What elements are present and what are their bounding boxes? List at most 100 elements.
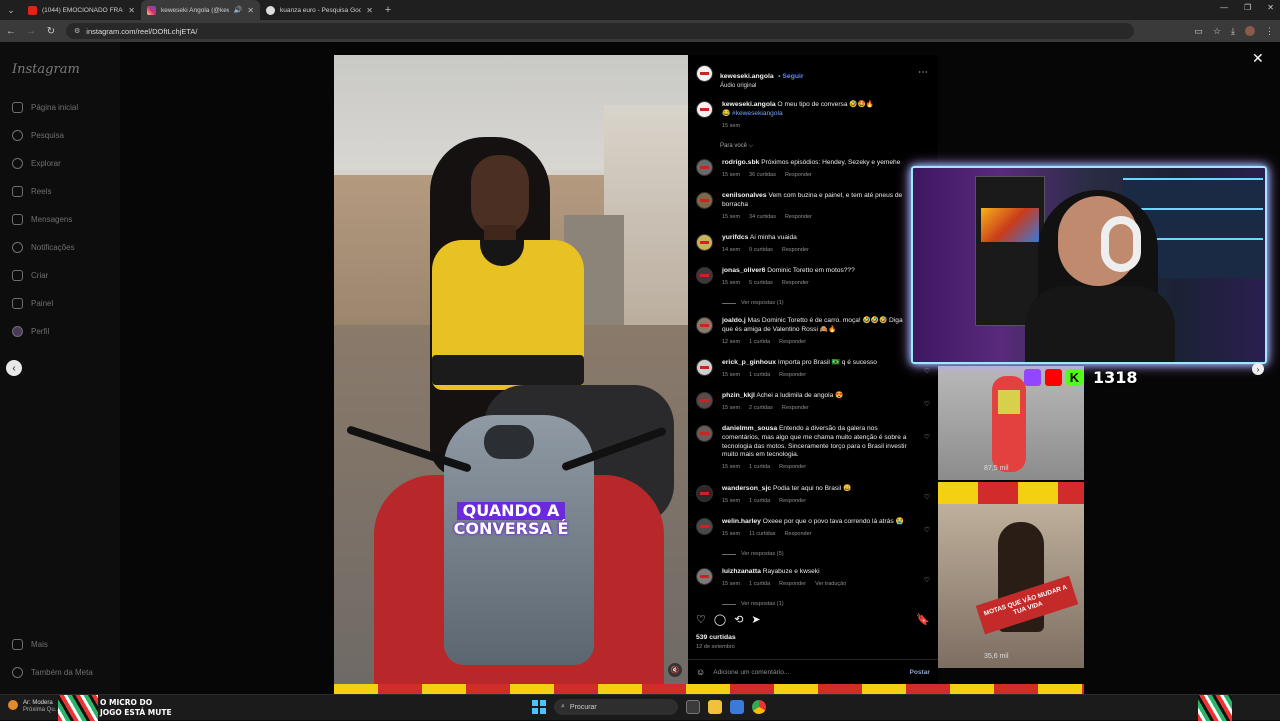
download-icon[interactable]: ⤓ xyxy=(1231,26,1235,37)
more-options-icon[interactable]: ⋯ xyxy=(918,67,928,78)
view-replies-button[interactable]: Ver respostas (1) xyxy=(722,300,784,306)
reply-button[interactable]: Responder xyxy=(785,213,812,222)
maximize-icon[interactable]: ❐ xyxy=(1244,3,1251,12)
feed-thumbnail[interactable]: MOTAS QUE VÃO MUDAR A TUA VIDA 35,6 mil xyxy=(938,482,1084,668)
comment-likes[interactable]: 1 curtida xyxy=(749,338,770,347)
windows-start-icon[interactable] xyxy=(532,700,546,714)
comment-likes[interactable]: 2 curtidas xyxy=(749,404,773,413)
sidebar-item-create[interactable]: Criar xyxy=(12,270,48,281)
avatar[interactable] xyxy=(696,425,713,442)
reply-button[interactable]: Responder xyxy=(779,371,806,380)
comment-like-heart-icon[interactable]: ♡ xyxy=(924,433,930,441)
reply-button[interactable]: Responder xyxy=(779,580,806,589)
comment-username[interactable]: phzin_kkjl xyxy=(722,392,755,399)
comment-like-heart-icon[interactable]: ♡ xyxy=(924,400,930,408)
comment-likes[interactable]: 5 curtidas xyxy=(749,279,773,288)
comment-username[interactable]: wanderson_sjc xyxy=(722,485,771,492)
comment-bubble-icon[interactable]: ◯ xyxy=(714,613,726,626)
tab-youtube[interactable]: (1044) EMOCIONADO FRACO ... ✕ xyxy=(22,0,141,20)
next-post-button[interactable]: › xyxy=(1252,363,1264,375)
minimize-icon[interactable]: — xyxy=(1220,3,1228,12)
save-bookmark-icon[interactable]: 🔖 xyxy=(916,613,930,626)
site-info-icon[interactable]: ⚙ xyxy=(74,27,80,35)
bookmark-star-icon[interactable]: ☆ xyxy=(1213,26,1221,37)
reply-button[interactable]: Responder xyxy=(779,463,806,472)
sidebar-item-search[interactable]: Pesquisa xyxy=(12,130,64,141)
speaker-icon[interactable]: 🔊 xyxy=(234,6,243,14)
comment-input[interactable]: Adicione um comentário... xyxy=(713,669,789,676)
sidebar-item-meta[interactable]: Também da Meta xyxy=(12,667,93,678)
close-tab-icon[interactable]: ✕ xyxy=(366,6,373,15)
sidebar-item-notifications[interactable]: Notificações xyxy=(12,242,75,253)
avatar[interactable] xyxy=(696,392,713,409)
avatar[interactable] xyxy=(696,518,713,535)
new-tab-button[interactable]: + xyxy=(379,4,397,16)
comment-likes[interactable]: 1 curtida xyxy=(749,497,770,506)
avatar[interactable] xyxy=(696,234,713,251)
reload-icon[interactable]: ↻ xyxy=(46,26,56,37)
tab-instagram[interactable]: keweseki Angola (@kewese... 🔊 ✕ xyxy=(141,0,260,20)
view-replies-button[interactable]: Ver respostas (1) xyxy=(722,601,784,607)
mute-icon[interactable]: 🔇 xyxy=(668,663,682,677)
reply-button[interactable]: Responder xyxy=(782,246,809,255)
close-modal-icon[interactable]: ✕ xyxy=(1252,50,1264,67)
sidebar-item-dashboard[interactable]: Painel xyxy=(12,298,53,309)
post-comment-button[interactable]: Postar xyxy=(909,669,930,676)
store-icon[interactable] xyxy=(730,700,744,714)
sidebar-item-profile[interactable]: Perfil xyxy=(12,326,49,337)
comment-likes[interactable]: 1 curtida xyxy=(749,463,770,472)
audio-label[interactable]: Áudio original xyxy=(720,83,804,89)
avatar[interactable] xyxy=(696,485,713,502)
comment-likes[interactable]: 9 curtidas xyxy=(749,246,773,255)
task-view-icon[interactable] xyxy=(686,700,700,714)
reply-button[interactable]: Responder xyxy=(782,279,809,288)
avatar[interactable] xyxy=(696,192,713,209)
comment-username[interactable]: yurifdcs xyxy=(722,234,748,241)
emoji-icon[interactable]: ☺ xyxy=(696,667,705,677)
chrome-icon[interactable] xyxy=(752,700,766,714)
menu-kebab-icon[interactable]: ⋮ xyxy=(1265,26,1274,37)
taskbar-search[interactable]: ⌕ Procurar xyxy=(554,699,678,715)
forward-icon[interactable]: → xyxy=(26,26,36,37)
reply-button[interactable]: Responder xyxy=(779,497,806,506)
close-tab-icon[interactable]: ✕ xyxy=(247,6,254,15)
avatar[interactable] xyxy=(696,359,713,376)
avatar[interactable] xyxy=(696,159,713,176)
avatar[interactable] xyxy=(696,568,713,585)
reply-button[interactable]: Responder xyxy=(782,404,809,413)
previous-post-button[interactable]: ‹ xyxy=(6,360,22,376)
avatar[interactable] xyxy=(696,317,713,334)
cast-icon[interactable]: ▭ xyxy=(1194,26,1203,37)
instagram-logo[interactable]: Instagram xyxy=(12,62,80,77)
translate-button[interactable]: Ver tradução xyxy=(815,580,846,589)
comment-likes[interactable]: 36 curtidas xyxy=(749,171,776,180)
reply-button[interactable]: Responder xyxy=(779,338,806,347)
sidebar-item-more[interactable]: Mais xyxy=(12,639,48,650)
reply-button[interactable]: Responder xyxy=(785,530,812,539)
back-icon[interactable]: ← xyxy=(6,26,16,37)
comment-likes[interactable]: 1 curtida xyxy=(749,371,770,380)
sidebar-item-reels[interactable]: Reels xyxy=(12,186,51,197)
comment-username[interactable]: welin.harley xyxy=(722,518,761,525)
likes-count[interactable]: 539 curtidas xyxy=(696,634,736,641)
comment-username[interactable]: luizhzanatta xyxy=(722,568,761,575)
close-tab-icon[interactable]: ✕ xyxy=(128,6,135,15)
weather-widget[interactable]: Ar: Modera Próxima Qu... xyxy=(8,700,60,714)
avatar[interactable] xyxy=(696,267,713,284)
comment-like-heart-icon[interactable]: ♡ xyxy=(924,576,930,584)
comment-username[interactable]: rodrigo.sbk xyxy=(722,159,759,166)
comment-username[interactable]: erick_p_ginhoux xyxy=(722,359,776,366)
comment-likes[interactable]: 11 curtidas xyxy=(749,530,776,539)
post-username[interactable]: keweseki.angola xyxy=(720,73,774,80)
sidebar-item-explore[interactable]: Explorar xyxy=(12,158,61,169)
reel-video[interactable]: QUANDO A CONVERSA É 🔇 xyxy=(334,55,688,684)
like-heart-icon[interactable]: ♡ xyxy=(696,613,706,626)
tab-google[interactable]: kuanza euro - Pesquisa Google ✕ xyxy=(260,0,379,20)
profile-avatar[interactable] xyxy=(1245,26,1255,36)
comment-username[interactable]: cenilsonalves xyxy=(722,192,767,199)
view-replies-button[interactable]: Ver respostas (5) xyxy=(722,551,784,557)
repost-icon[interactable]: ⟲ xyxy=(734,613,743,626)
sidebar-item-messages[interactable]: Mensagens xyxy=(12,214,72,225)
share-send-icon[interactable]: ➤ xyxy=(751,613,760,626)
comment-username[interactable]: danielmm_sousa xyxy=(722,425,777,432)
